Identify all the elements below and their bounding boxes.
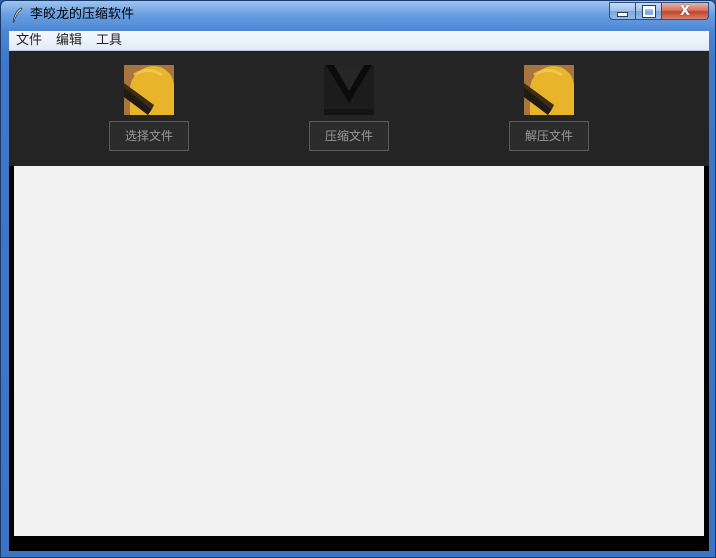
toolbar: 选择文件 压缩文件 解压文件 — [9, 51, 709, 166]
select-file-button[interactable]: 选择文件 — [109, 121, 189, 151]
dark-v-image-icon — [324, 65, 374, 115]
menu-tools[interactable]: 工具 — [89, 31, 129, 50]
maximize-button[interactable] — [636, 2, 662, 20]
app-window: 李皎龙的压缩软件 X 文件 编辑 工具 选择文件 压缩文件 解压文件 — [0, 0, 716, 558]
title-bar[interactable]: 李皎龙的压缩软件 X — [1, 1, 715, 30]
window-title: 李皎龙的压缩软件 — [30, 7, 135, 22]
menu-edit[interactable]: 编辑 — [49, 31, 89, 50]
compress-file-button[interactable]: 压缩文件 — [309, 121, 389, 151]
menu-bar: 文件 编辑 工具 — [9, 31, 709, 51]
yellow-image-icon — [524, 65, 574, 115]
close-icon: X — [679, 3, 691, 19]
tool-decompress-file: 解压文件 — [509, 65, 589, 155]
client-area: 文件 编辑 工具 选择文件 压缩文件 解压文件 — [9, 31, 709, 551]
yellow-image-icon — [124, 65, 174, 115]
minimize-button[interactable] — [609, 2, 636, 20]
close-button[interactable]: X — [662, 2, 709, 20]
tool-compress-file: 压缩文件 — [309, 65, 389, 155]
menu-file[interactable]: 文件 — [9, 31, 49, 50]
tool-select-file: 选择文件 — [109, 65, 189, 155]
maximize-icon — [641, 4, 656, 18]
caption-buttons: X — [609, 2, 709, 20]
decompress-file-button[interactable]: 解压文件 — [509, 121, 589, 151]
minimize-icon — [617, 11, 628, 17]
content-area[interactable] — [14, 166, 704, 536]
feather-icon — [12, 7, 23, 23]
